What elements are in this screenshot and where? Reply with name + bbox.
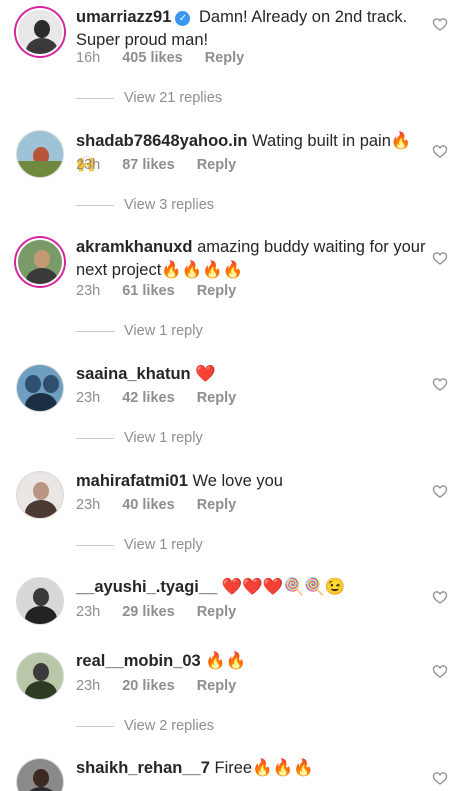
username[interactable]: __ayushi_.tyagi__	[76, 578, 217, 596]
timestamp: 23h	[76, 283, 101, 299]
avatar[interactable]	[16, 364, 64, 412]
timestamp: 16h	[76, 50, 101, 66]
comment-meta: 16h 405 likes Reply	[76, 50, 262, 66]
view-replies-label: View 3 replies	[124, 197, 215, 213]
view-replies-button[interactable]: View 1 reply	[76, 323, 203, 339]
avatar[interactable]	[16, 758, 64, 791]
comment-meta: 23h 20 likes Reply	[76, 678, 254, 694]
reply-button[interactable]: Reply	[197, 157, 237, 173]
comment-meta: 23h 42 likes Reply	[76, 390, 254, 406]
view-replies-button[interactable]: View 21 replies	[76, 90, 222, 106]
view-replies-button[interactable]: View 1 reply	[76, 537, 203, 553]
avatar[interactable]	[16, 130, 64, 178]
timestamp: 23h	[76, 678, 101, 694]
divider-line	[76, 204, 114, 206]
comment-meta: 23h 87 likes Reply	[76, 157, 254, 173]
comment-body: We love you	[192, 472, 283, 490]
view-replies-label: View 1 reply	[124, 430, 203, 446]
like-heart-icon[interactable]	[432, 590, 448, 604]
likes-count[interactable]: 61 likes	[122, 283, 174, 299]
like-heart-icon[interactable]	[432, 251, 448, 265]
username[interactable]: mahirafatmi01	[76, 472, 188, 490]
likes-count[interactable]: 20 likes	[122, 678, 174, 694]
timestamp: 23h	[76, 497, 101, 513]
comment-text: saaina_khatun ❤️	[76, 363, 426, 386]
reply-button[interactable]: Reply	[205, 50, 245, 66]
like-heart-icon[interactable]	[432, 17, 448, 31]
username[interactable]: umarriazz91	[76, 8, 171, 26]
view-replies-button[interactable]: View 1 reply	[76, 430, 203, 446]
avatar[interactable]	[16, 652, 64, 700]
divider-line	[76, 544, 114, 546]
timestamp: 23h	[76, 604, 101, 620]
divider-line	[76, 725, 114, 727]
reply-button[interactable]: Reply	[197, 604, 237, 620]
avatar[interactable]	[16, 577, 64, 625]
divider-line	[76, 97, 114, 99]
view-replies-label: View 1 reply	[124, 537, 203, 553]
comment-text: real__mobin_03 🔥🔥	[76, 650, 426, 673]
likes-count[interactable]: 405 likes	[122, 50, 182, 66]
view-replies-label: View 2 replies	[124, 718, 215, 734]
reply-button[interactable]: Reply	[197, 497, 237, 513]
comment-text: akramkhanuxd amazing buddy waiting for y…	[76, 236, 426, 282]
comment-body: ❤️❤️❤️🍭🍭😉	[221, 578, 346, 596]
avatar[interactable]	[16, 471, 64, 519]
avatar[interactable]	[16, 238, 64, 286]
username[interactable]: akramkhanuxd	[76, 238, 192, 256]
like-heart-icon[interactable]	[432, 664, 448, 678]
divider-line	[76, 437, 114, 439]
comment-text: mahirafatmi01 We love you	[76, 470, 426, 493]
reply-button[interactable]: Reply	[197, 390, 237, 406]
comment-meta: 23h 61 likes Reply	[76, 283, 254, 299]
comment-text: umarriazz91 ✓ Damn! Already on 2nd track.…	[76, 6, 426, 52]
avatar[interactable]	[16, 8, 64, 56]
likes-count[interactable]: 87 likes	[122, 157, 174, 173]
view-replies-label: View 21 replies	[124, 90, 223, 106]
username[interactable]: shadab78648yahoo.in	[76, 132, 248, 150]
view-replies-button[interactable]: View 3 replies	[76, 197, 214, 213]
likes-count[interactable]: 42 likes	[122, 390, 174, 406]
divider-line	[76, 330, 114, 332]
comment-body: ❤️	[195, 365, 216, 383]
verified-badge-icon: ✓	[175, 11, 191, 26]
like-heart-icon[interactable]	[432, 771, 448, 785]
comment-meta: 23h 29 likes Reply	[76, 604, 254, 620]
likes-count[interactable]: 29 likes	[122, 604, 174, 620]
reply-button[interactable]: Reply	[197, 283, 237, 299]
view-replies-button[interactable]: View 2 replies	[76, 718, 214, 734]
username[interactable]: saaina_khatun	[76, 365, 191, 383]
comment-meta: 23h 40 likes Reply	[76, 497, 254, 513]
username[interactable]: shaikh_rehan__7	[76, 759, 210, 777]
like-heart-icon[interactable]	[432, 377, 448, 391]
comment-text: __ayushi_.tyagi__ ❤️❤️❤️🍭🍭😉	[76, 576, 426, 599]
likes-count[interactable]: 40 likes	[122, 497, 174, 513]
view-replies-label: View 1 reply	[124, 323, 203, 339]
comment-text: shaikh_rehan__7 Firee🔥🔥🔥	[76, 757, 426, 780]
timestamp: 23h	[76, 390, 101, 406]
reply-button[interactable]: Reply	[197, 678, 237, 694]
comment-body: 🔥🔥	[205, 652, 247, 670]
comment-body: Firee🔥🔥🔥	[214, 759, 314, 777]
like-heart-icon[interactable]	[432, 144, 448, 158]
username[interactable]: real__mobin_03	[76, 652, 201, 670]
timestamp: 23h	[76, 157, 101, 173]
like-heart-icon[interactable]	[432, 484, 448, 498]
